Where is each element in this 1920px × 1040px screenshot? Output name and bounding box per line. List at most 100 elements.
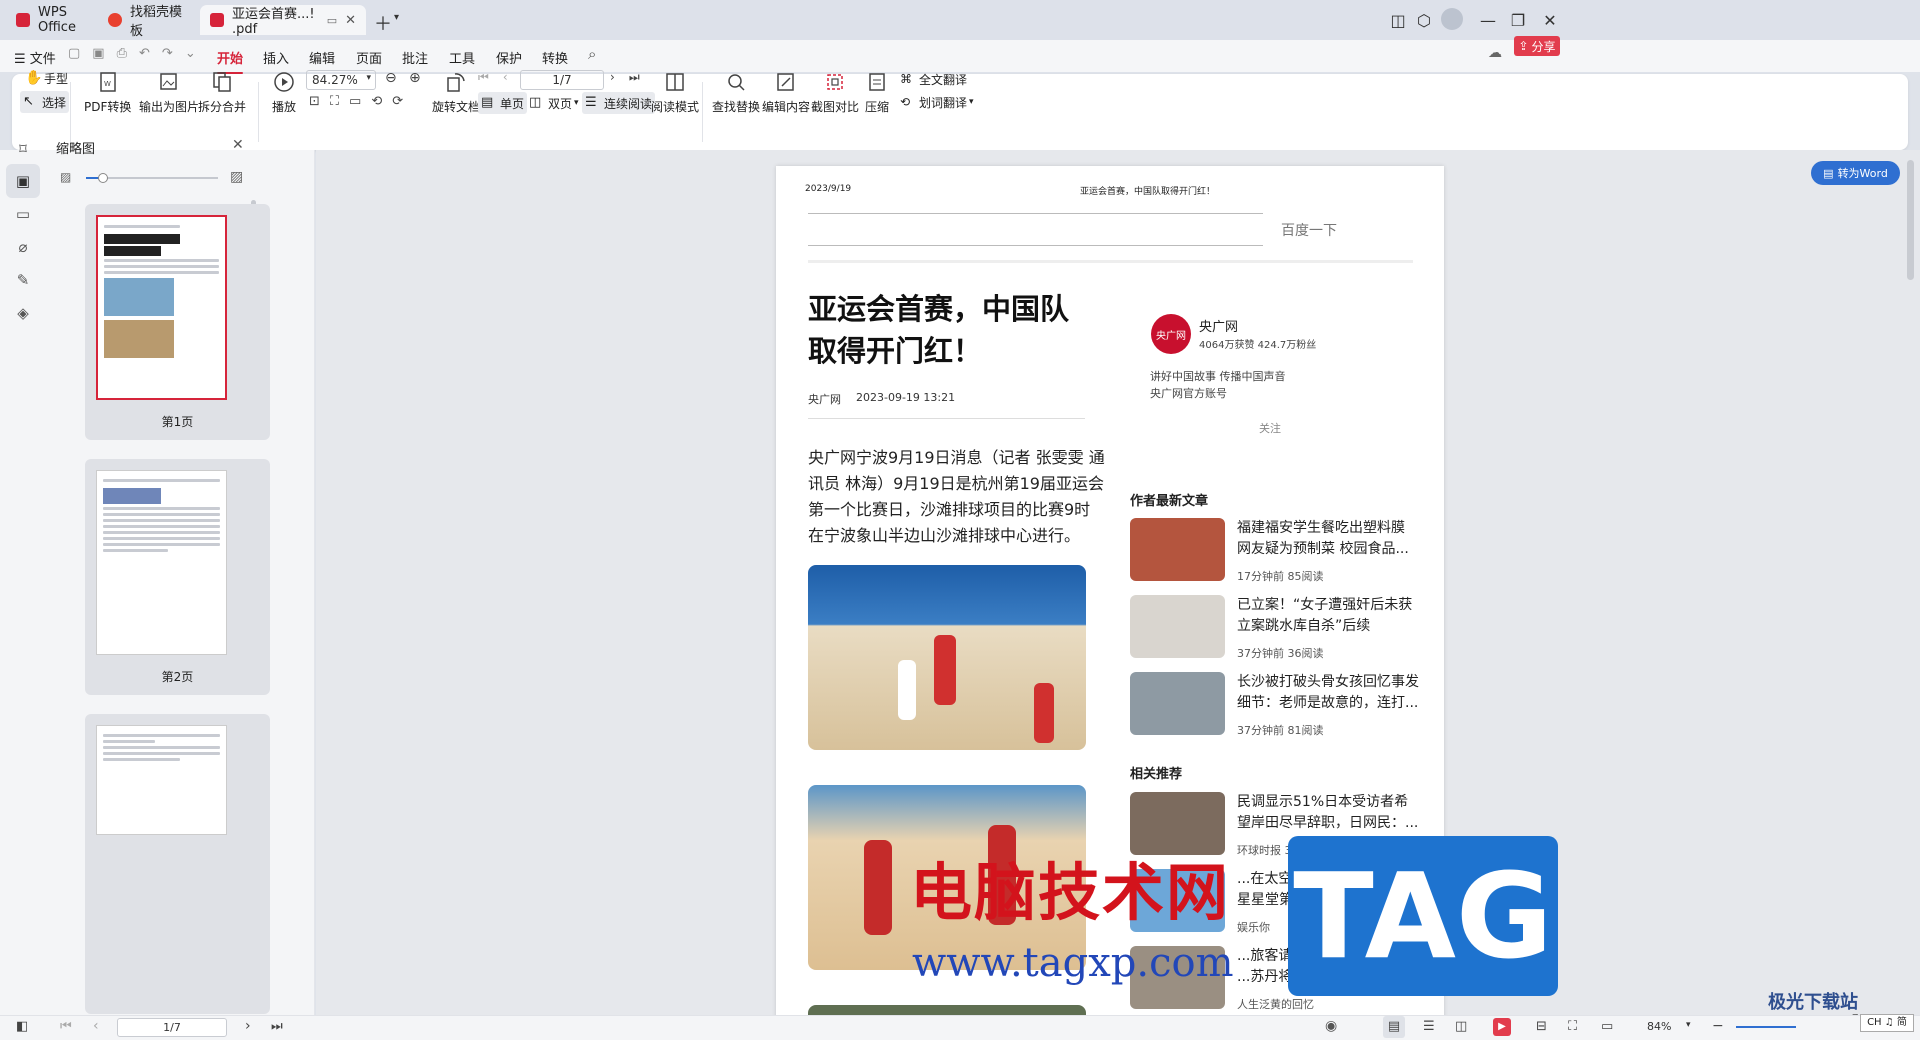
share-button[interactable]: ⇪ 分享 [1514, 36, 1560, 56]
actual-size-icon[interactable]: ▭ [1601, 1019, 1613, 1034]
cube-icon[interactable]: ⬡ [1414, 10, 1434, 30]
next-page-icon[interactable]: › [610, 70, 615, 85]
close-window-icon[interactable]: ✕ [1540, 10, 1560, 30]
menu-convert[interactable]: 转换 [542, 48, 568, 67]
continuous-read-button[interactable]: ☰ 连续阅读 [582, 92, 656, 114]
close-tab-icon[interactable]: ✕ [345, 13, 356, 28]
thumbnail-page-3[interactable] [85, 714, 270, 1014]
redo-icon[interactable]: ↷ [162, 46, 173, 61]
menu-annotate[interactable]: 批注 [402, 48, 428, 67]
status-zoom[interactable]: 84% [1647, 1020, 1671, 1033]
tab-template[interactable]: 找稻壳模板 [98, 5, 196, 39]
double-view-icon[interactable]: ◫ [1455, 1019, 1467, 1034]
hand-tool-button[interactable]: ✋ 手型 [22, 67, 71, 89]
latest-article-3[interactable]: 长沙被打破头骨女孩回忆事发 细节：老师是故意的，连打... 37分钟前 81阅读 [1237, 672, 1419, 741]
new-tab-button[interactable]: ＋ [374, 10, 392, 36]
last-page-icon[interactable]: ⏭ [271, 1019, 283, 1034]
cloud-icon[interactable]: ☁ [1488, 45, 1502, 61]
prev-page-icon[interactable]: ‹ [93, 1018, 99, 1034]
avatar[interactable] [1441, 8, 1463, 30]
play-button[interactable]: 播放 [271, 70, 297, 115]
zoom-out-icon[interactable]: − [1712, 1018, 1724, 1034]
zoom-in-icon[interactable]: ⊕ [409, 70, 421, 86]
close-panel-icon[interactable]: ✕ [232, 137, 244, 153]
find-replace-button[interactable]: 查找替换 [712, 70, 760, 115]
search-icon[interactable]: ⌕ [588, 45, 596, 63]
undo-icon[interactable]: ↶ [139, 46, 150, 61]
ime-indicator[interactable]: CH ♫ 简 [1860, 1014, 1914, 1032]
pdf-convert-button[interactable]: W PDF转换 [84, 70, 131, 115]
minimize-icon[interactable]: — [1478, 10, 1498, 30]
single-page-view-icon[interactable]: ▤ [1383, 1016, 1405, 1038]
restore-icon[interactable]: ❐ [1508, 10, 1528, 30]
first-page-icon[interactable]: ⏮ [478, 70, 489, 85]
fit-width-icon[interactable]: ⊟ [1536, 1019, 1547, 1034]
full-translate-button[interactable]: ⌘ 全文翻译 [897, 68, 970, 90]
layers-icon[interactable]: ◈ [6, 296, 40, 330]
menu-insert[interactable]: 插入 [263, 48, 289, 67]
edit-content-button[interactable]: 编辑内容 [762, 70, 810, 115]
layout-icon[interactable]: ◫ [1388, 10, 1408, 30]
last-page-icon[interactable]: ⏭ [629, 70, 640, 85]
tab-wps-office[interactable]: WPS Office [6, 5, 94, 35]
small-image-icon[interactable]: ▨ [60, 170, 71, 184]
zoom-out-icon[interactable]: ⊖ [385, 70, 397, 86]
comment-icon[interactable]: ▭ [6, 197, 40, 231]
save-icon[interactable]: ▣ [92, 46, 104, 61]
fit-page-icon[interactable]: ⛶ [330, 94, 339, 109]
document-scrollbar[interactable] [1907, 160, 1914, 280]
follow-button[interactable]: 关注 [1259, 420, 1281, 436]
page-number-input[interactable]: 1/7 [520, 70, 604, 90]
screenshot-compare-button[interactable]: 截图对比 [811, 70, 859, 115]
menu-start[interactable]: 开始 [217, 48, 244, 74]
rotate-left-icon[interactable]: ⟲ [371, 94, 382, 109]
file-menu[interactable]: ☰ 文件 [14, 48, 56, 67]
large-image-icon[interactable]: ▨ [230, 169, 243, 185]
to-word-button[interactable]: ▤ 转为Word [1811, 161, 1900, 185]
prev-page-icon[interactable]: ‹ [503, 70, 508, 85]
menu-edit[interactable]: 编辑 [309, 48, 335, 67]
rotate-right-icon[interactable]: ⟳ [392, 94, 403, 109]
menu-protect[interactable]: 保护 [496, 48, 522, 67]
thumbnail-page-1[interactable]: 第1页 [85, 204, 270, 440]
latest-article-2[interactable]: 已立案！“女子遭强奸后未获 立案跳水库自杀”后续 37分钟前 36阅读 [1237, 595, 1412, 664]
export-image-button[interactable]: 输出为图片 [139, 70, 199, 115]
select-tool-button[interactable]: ↖ 选择 [20, 91, 70, 113]
compress-button[interactable]: 压缩 [864, 70, 890, 115]
fit-width-icon[interactable]: ▭ [349, 94, 361, 109]
attachment-icon[interactable]: ⌀ [6, 230, 40, 264]
chevron-down-icon[interactable]: ⌄ [185, 46, 196, 61]
latest-article-1[interactable]: 福建福安学生餐吃出塑料膜 网友疑为预制菜 校园食品... 17分钟前 85阅读 [1237, 518, 1409, 587]
zoom-select[interactable]: 84.27% ▾ [306, 70, 376, 90]
fit-page-icon[interactable]: ⛶ [1568, 1019, 1577, 1034]
menu-page[interactable]: 页面 [356, 48, 382, 67]
status-page-input[interactable]: 1/7 [117, 1018, 227, 1037]
eye-icon[interactable]: ◉ [1325, 1018, 1337, 1034]
print-icon[interactable]: ⎙ [117, 46, 127, 61]
thumbnail-size-slider[interactable] [86, 173, 218, 183]
actual-size-icon[interactable]: ⊡ [309, 94, 320, 109]
read-mode-button[interactable]: 阅读模式 [651, 70, 699, 115]
word-translate-button[interactable]: ⟲ 划词翻译 ▾ [897, 91, 977, 113]
thumbnail-page-2[interactable]: 第2页 [85, 459, 270, 695]
single-page-button[interactable]: ▤ 单页 [478, 92, 528, 114]
zoom-slider[interactable] [1736, 1026, 1796, 1028]
toggle-sidebar-icon[interactable]: ◧ [16, 1019, 28, 1034]
tab-list-chevron-icon[interactable]: ▾ [394, 12, 399, 23]
double-page-button[interactable]: ◫ 双页 ▾ [526, 92, 582, 114]
play-mode-icon[interactable]: ▶ [1493, 1018, 1511, 1036]
thumbnail-icon[interactable]: ▣ [6, 164, 40, 198]
continuous-view-icon[interactable]: ☰ [1423, 1019, 1435, 1034]
baidu-search-button[interactable]: 百度一下 [1281, 220, 1337, 240]
slider-handle[interactable] [98, 173, 108, 183]
chevron-down-icon[interactable]: ▾ [1686, 1020, 1691, 1030]
open-folder-icon[interactable]: ▢ [68, 46, 80, 61]
next-page-icon[interactable]: › [245, 1018, 251, 1034]
bookmark-icon[interactable]: ⌑ [6, 132, 40, 166]
first-page-icon[interactable]: ⏮ [60, 1019, 72, 1034]
tab-pdf-document[interactable]: 亚运会首赛...! .pdf ▭ ✕ [200, 5, 366, 37]
menu-tools[interactable]: 工具 [449, 48, 475, 67]
rotate-document-button[interactable]: 旋转文档 [432, 70, 480, 115]
signature-icon[interactable]: ✎ [6, 263, 40, 297]
split-merge-button[interactable]: 拆分合并 [198, 70, 246, 115]
